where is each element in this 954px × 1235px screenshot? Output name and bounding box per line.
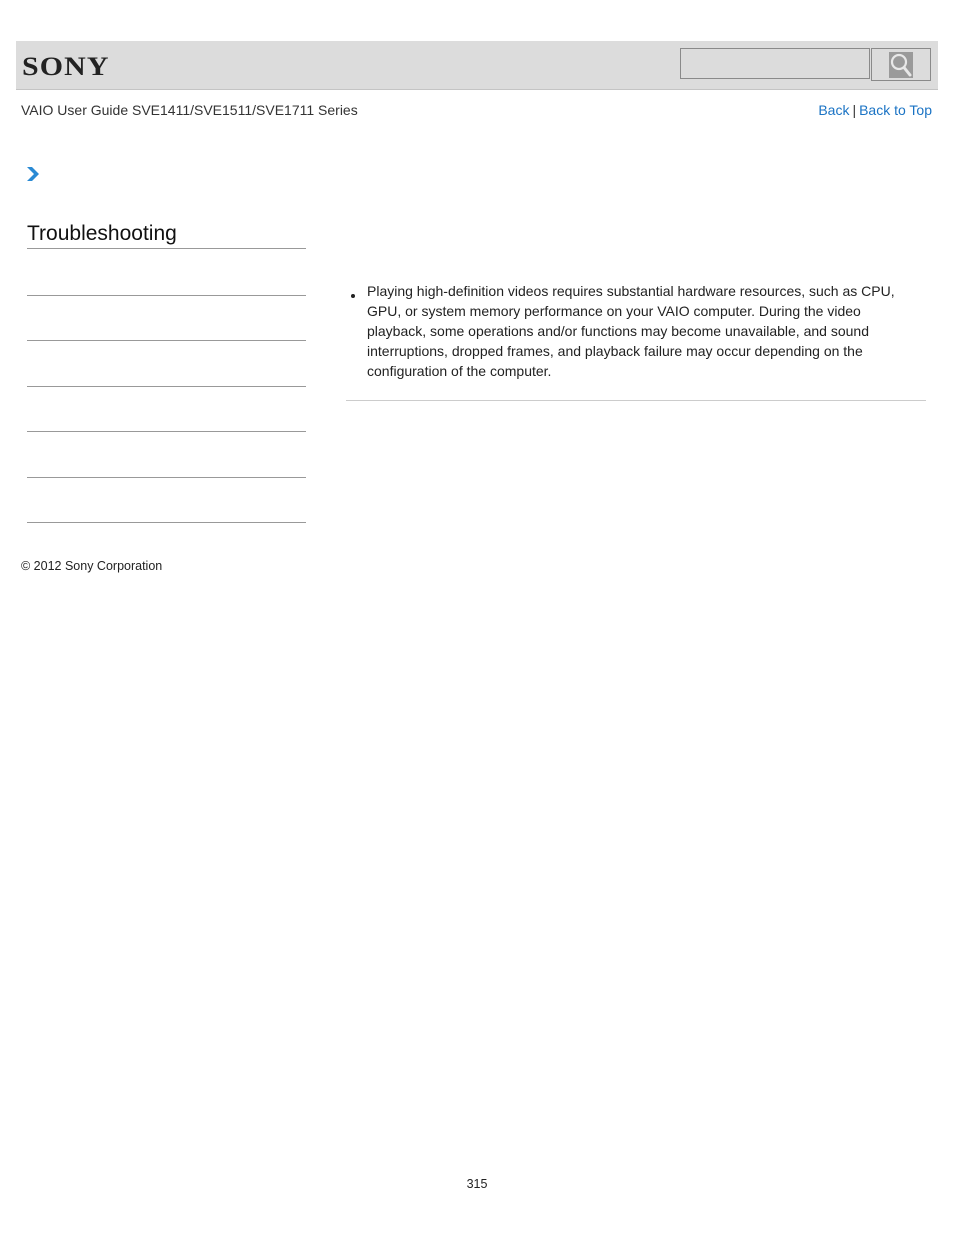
back-link[interactable]: Back xyxy=(818,102,849,118)
back-to-top-link[interactable]: Back to Top xyxy=(859,102,932,118)
link-separator: | xyxy=(852,102,857,118)
search-button[interactable] xyxy=(871,48,931,81)
sidebar-item[interactable] xyxy=(27,476,306,478)
section-title: Troubleshooting xyxy=(27,222,306,249)
sony-logo: SONY xyxy=(22,52,110,81)
sidebar-item[interactable] xyxy=(27,521,306,523)
chevron-right-icon xyxy=(27,167,39,181)
main-content: Playing high-definition videos requires … xyxy=(346,281,926,401)
guide-title: VAIO User Guide SVE1411/SVE1511/SVE1711 … xyxy=(21,102,358,118)
sidebar-nav xyxy=(27,295,306,567)
content-divider xyxy=(346,400,926,401)
copyright: © 2012 Sony Corporation xyxy=(21,559,163,573)
bullet-list: Playing high-definition videos requires … xyxy=(346,281,926,381)
page-number: 315 xyxy=(466,1177,488,1191)
header-bar: SONY xyxy=(16,41,938,90)
list-item: Playing high-definition videos requires … xyxy=(351,281,926,381)
sidebar-item[interactable] xyxy=(27,340,306,342)
search-icon xyxy=(889,51,913,78)
sidebar-item[interactable] xyxy=(27,295,306,296)
search-input[interactable] xyxy=(680,48,870,79)
breadcrumb[interactable] xyxy=(26,166,40,187)
sidebar-item[interactable] xyxy=(27,431,306,433)
top-links: Back | Back to Top xyxy=(818,102,932,118)
sidebar-item[interactable] xyxy=(27,385,306,387)
